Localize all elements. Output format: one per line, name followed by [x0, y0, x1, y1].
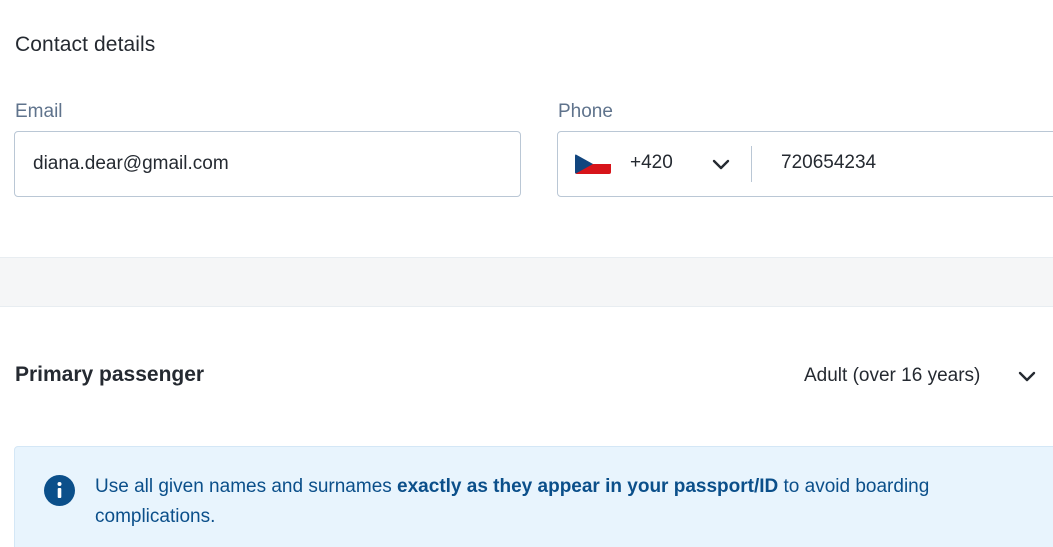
primary-passenger-heading: Primary passenger [15, 363, 205, 386]
age-category-select[interactable]: Adult (over 16 years) [804, 365, 980, 387]
info-icon [44, 475, 75, 506]
phone-divider [751, 146, 752, 182]
email-label: Email [15, 101, 63, 122]
info-message: Use all given names and surnames exactly… [95, 472, 1035, 532]
czech-flag-icon[interactable] [575, 154, 611, 174]
contact-details-heading: Contact details [15, 33, 156, 56]
chevron-down-icon[interactable] [710, 154, 732, 176]
email-field[interactable] [14, 131, 521, 197]
booking-form: Contact details Email Phone +420 7206542… [0, 0, 1053, 547]
info-text-emphasis: exactly as they appear in your passport/… [397, 476, 779, 497]
phone-label: Phone [558, 101, 613, 122]
phone-number-input[interactable]: 720654234 [781, 152, 876, 174]
info-text-start: Use all given names and surnames [95, 476, 398, 497]
phone-field: +420 720654234 [557, 131, 1053, 197]
section-divider-band [0, 257, 1053, 307]
passport-info-banner: Use all given names and surnames exactly… [14, 446, 1053, 547]
country-code-select[interactable]: +420 [630, 152, 673, 174]
chevron-down-icon[interactable] [1016, 366, 1038, 388]
